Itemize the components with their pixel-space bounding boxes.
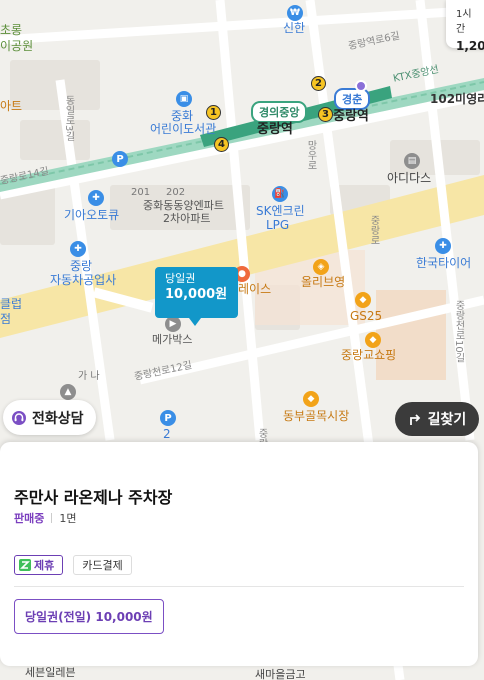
map-label-sk-2: LPG: [266, 218, 290, 232]
map-label-bangi-park: 이공원: [0, 39, 34, 53]
map-label-club-2: 점: [0, 312, 12, 326]
directions-label: 길찾기: [427, 412, 467, 428]
meta-divider: [51, 513, 53, 523]
map-bottom-strip: 세븐일레븐 새마을금고: [0, 666, 484, 680]
nearby-price-duration: 1시간: [456, 9, 472, 35]
phone-consult-label: 전화상담: [32, 410, 84, 427]
partner-z-icon: [19, 559, 31, 571]
exit-4-icon: 4: [214, 137, 229, 152]
shop-icon: ▤: [404, 153, 420, 169]
map-label-auto-1: 중랑: [70, 259, 93, 273]
map-label-auto-2: 자동차공업사: [50, 273, 117, 287]
turn-right-icon: [409, 414, 420, 425]
parking-price-pin[interactable]: 당일권 10,000원: [155, 267, 238, 326]
exit-1-icon: 1: [206, 105, 221, 120]
map-label-hankook: 한국타이어: [416, 256, 472, 270]
map-label-olive: 올리브영: [301, 275, 346, 289]
station-label-1[interactable]: 중랑역: [257, 123, 293, 136]
map-label-202: 202: [166, 187, 186, 198]
map-label-apt-2: 2차아파트: [163, 212, 211, 225]
exit-3-icon: 3: [318, 107, 333, 122]
nearby-price-card[interactable]: 1시간 1,200: [446, 0, 484, 53]
map-label-gs25: GS25: [350, 309, 383, 323]
map-label-lib-1: 중화: [171, 109, 194, 123]
station-label-2[interactable]: 중랑역: [333, 110, 369, 123]
map-label-gana: 가 나: [78, 371, 100, 382]
parking-detail-sheet: 주만사 라온제나 주차장 판매중 1면 제휴 카드결제 당일권(전일) 10,0…: [0, 442, 478, 666]
map-label-201: 201: [131, 187, 151, 198]
map-label-club-1: 클럽: [0, 297, 23, 311]
exit-2-icon: 2: [311, 76, 326, 91]
partner-tag: 제휴: [14, 555, 64, 575]
shopping-icon: ◆: [365, 332, 381, 348]
map-label-kia: 기아오토큐: [64, 208, 120, 222]
gas-station-icon: ⛽: [272, 186, 288, 202]
map-label-shopping: 중랑교쇼핑: [341, 348, 397, 362]
sale-status: 판매중: [14, 512, 45, 525]
parking-icon: P: [112, 151, 128, 167]
convenience-icon: ◆: [355, 292, 371, 308]
sheet-divider: [14, 586, 464, 587]
bank-icon: ₩: [287, 5, 303, 21]
map-label-lib-2: 어린이도서관: [150, 122, 217, 136]
directions-button[interactable]: 길찾기: [395, 402, 479, 436]
market-icon: ◆: [303, 391, 319, 407]
phone-consult-button[interactable]: 전화상담: [3, 400, 96, 435]
cinema-icon: ▶: [165, 316, 181, 332]
library-icon: ▣: [176, 91, 192, 107]
map-label-palace: 레이스: [238, 282, 272, 296]
card-payment-tag: 카드결제: [73, 555, 132, 575]
auto-repair-icon: ✚: [70, 241, 86, 257]
day-ticket-option[interactable]: 당일권(전일) 10,000원: [14, 599, 164, 634]
building-icon: ▲: [60, 384, 76, 400]
olive-icon: ◈: [313, 259, 329, 275]
line-tag-gyeongchun: 경춘: [334, 88, 371, 110]
nearby-price-value: 1,200: [456, 39, 484, 53]
feature-tags: 제휴 카드결제: [14, 555, 132, 575]
road-label-r7: 망우로: [305, 140, 316, 170]
parking-num: 2: [163, 427, 171, 441]
road-label-r8: 중랑로: [368, 215, 379, 245]
pin-price: 10,000원: [165, 287, 228, 302]
map-label-miyoung: 102미영리: [430, 92, 484, 106]
road-label-r5: 동일로3길: [63, 95, 74, 142]
pin-ticket-type: 당일권: [165, 272, 196, 285]
map-label-art: 아트: [0, 99, 23, 113]
road-label-r4: 중랑천로10길: [453, 300, 464, 363]
map-label-sinhan: 신한: [283, 21, 306, 35]
map-label-sk-1: SK엔크린: [256, 204, 305, 218]
tire-icon: ✚: [435, 238, 451, 254]
partner-tag-label: 제휴: [34, 559, 55, 572]
line-tag-gyeongui: 경의중앙: [251, 101, 308, 123]
map-label-megabox: 메가박스: [152, 333, 193, 346]
map-label-apt-1: 중화동동양엔파트: [143, 199, 224, 212]
location-dot: [355, 80, 367, 92]
map-label-sebun: 세븐일레븐: [25, 666, 76, 679]
map-label-saemaeul: 새마을금고: [255, 668, 306, 680]
map-label-adidas: 아디다스: [387, 171, 432, 185]
map-label-bangi-top: 초롱: [0, 23, 23, 37]
parking-lot-name: 주만사 라온제나 주차장: [14, 488, 173, 507]
headset-icon: [12, 410, 26, 425]
parking-meta: 판매중 1면: [14, 510, 77, 526]
parking-icon-2: P: [160, 410, 176, 426]
space-count: 1면: [59, 512, 77, 525]
map-label-market: 동부골목시장: [283, 409, 350, 423]
car-repair-icon: ✚: [88, 190, 104, 206]
